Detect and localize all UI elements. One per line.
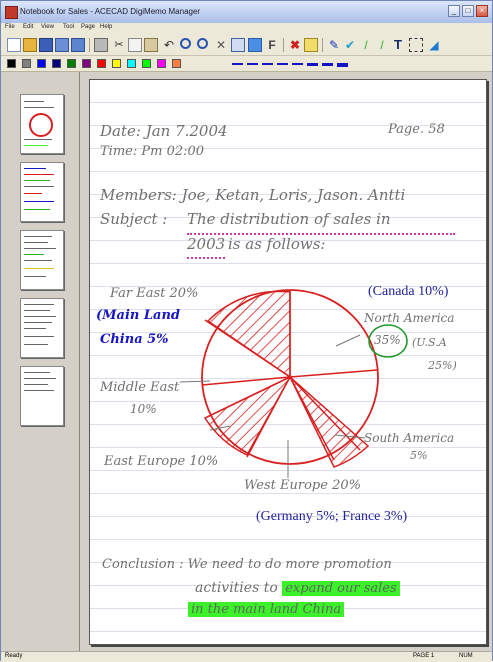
menu-file[interactable]: File [5, 24, 15, 30]
export-icon[interactable] [304, 38, 318, 52]
maximize-button[interactable]: □ [462, 5, 474, 17]
status-num: NUM [459, 653, 473, 659]
color-swatch[interactable] [82, 59, 91, 68]
menu-edit[interactable]: Edit [23, 24, 33, 30]
pen-icon[interactable]: ✎ [327, 38, 341, 52]
eraser-icon[interactable]: ◢ [427, 38, 441, 52]
highlight-expand-sales: expand our sales [282, 581, 400, 596]
color-swatch[interactable] [52, 59, 61, 68]
zoom-out-icon[interactable] [197, 38, 208, 49]
conclusion-activities: activities to [195, 580, 283, 596]
window-title: Notebook for Sales - ACECAD DigiMemo Man… [20, 7, 201, 16]
page-thumbnail-panel [1, 72, 80, 651]
middle-east-pct: 10% [130, 402, 157, 416]
usa-pct: 25%) [428, 359, 457, 372]
color-swatch[interactable] [67, 59, 76, 68]
line-style-5[interactable] [307, 63, 318, 66]
page-thumb-5[interactable] [20, 366, 64, 426]
color-swatch[interactable] [127, 59, 136, 68]
color-swatch[interactable] [157, 59, 166, 68]
main-land-label-1: (Main Land [96, 308, 180, 323]
calendar-icon[interactable] [71, 38, 85, 52]
close-doc-icon[interactable]: ✖ [288, 38, 302, 52]
save-icon[interactable] [39, 38, 53, 52]
line-style-1[interactable] [247, 63, 258, 65]
image-icon[interactable] [248, 38, 262, 52]
main-toolbar: ✂ ↶ ✕ F ✖ ✎ ✔ / / T ◢ [1, 35, 492, 56]
open-icon[interactable] [23, 38, 37, 52]
germany-france-label: (Germany 5%; France 3%) [256, 509, 408, 524]
west-europe-label: West Europe 20% [244, 478, 361, 493]
conclusion-line-3: in the main land China [188, 602, 345, 617]
line-style-2[interactable] [262, 63, 273, 65]
delete-icon[interactable]: ✕ [214, 38, 228, 52]
east-europe-label: East Europe 10% [104, 454, 219, 469]
minimize-button[interactable]: _ [448, 5, 460, 17]
page-thumb-1[interactable] [20, 94, 64, 154]
north-america-label: North America [364, 311, 455, 325]
page-thumb-2[interactable] [20, 162, 64, 222]
page-thumb-3[interactable] [20, 230, 64, 290]
color-swatch[interactable] [7, 59, 16, 68]
menu-page[interactable]: Page [81, 24, 95, 30]
menu-help[interactable]: Help [100, 24, 112, 30]
app-logo-icon [5, 6, 18, 19]
undo-icon[interactable]: ↶ [162, 38, 176, 52]
south-america-pct: 5% [410, 449, 428, 462]
far-east-label: Far East 20% [110, 286, 199, 301]
select-rect-icon[interactable] [409, 38, 423, 52]
highlight-main-land-china: in the main land China [188, 602, 345, 617]
copy-icon[interactable] [128, 38, 142, 52]
conclusion-line-2: activities to expand our sales [195, 580, 400, 596]
usa-label: (U.S.A [412, 336, 447, 349]
paste-icon[interactable] [144, 38, 158, 52]
menu-tool[interactable]: Tool [63, 24, 74, 30]
line-icon[interactable]: / [359, 38, 373, 52]
menu-bar: File Edit View Tool Page Help [1, 23, 492, 35]
status-bar: Ready PAGE 1 NUM [1, 651, 492, 662]
canada-label: (Canada 10%) [368, 284, 449, 299]
south-america-label: South America [364, 431, 455, 445]
color-swatch[interactable] [37, 59, 46, 68]
title-bar: Notebook for Sales - ACECAD DigiMemo Man… [1, 1, 492, 24]
middle-east-label: Middle East [100, 380, 180, 395]
app-window: Notebook for Sales - ACECAD DigiMemo Man… [0, 0, 493, 662]
close-button[interactable]: × [476, 5, 488, 17]
green-pen-icon[interactable]: / [375, 38, 389, 52]
select-icon[interactable] [231, 38, 245, 52]
line-style-4[interactable] [292, 63, 303, 65]
line-style-3[interactable] [277, 63, 288, 65]
color-swatch[interactable] [22, 59, 31, 68]
color-palette-bar [1, 56, 492, 72]
print-icon[interactable] [94, 38, 108, 52]
us-pct-label: 35% [374, 333, 401, 347]
new-icon[interactable] [7, 38, 21, 52]
page-thumb-4[interactable] [20, 298, 64, 358]
import-icon[interactable] [55, 38, 69, 52]
menu-view[interactable]: View [41, 24, 54, 30]
highlighter-icon[interactable]: ✔ [343, 38, 357, 52]
font-icon[interactable]: F [265, 38, 279, 52]
color-swatch[interactable] [112, 59, 121, 68]
line-style-7[interactable] [337, 63, 348, 67]
line-style-6[interactable] [322, 63, 333, 66]
cut-icon[interactable]: ✂ [112, 38, 126, 52]
main-land-label-2: China 5% [100, 332, 169, 347]
text-tool-icon[interactable]: T [391, 38, 405, 52]
color-swatch[interactable] [142, 59, 151, 68]
color-swatch[interactable] [172, 59, 181, 68]
status-text: Ready [5, 653, 23, 659]
status-page: PAGE 1 [413, 653, 435, 659]
notebook-page[interactable]: Date: Jan 7.2004 Page. 58 Time: Pm 02:00… [89, 79, 487, 645]
color-swatch[interactable] [97, 59, 106, 68]
line-style-solid[interactable] [232, 63, 243, 65]
conclusion-line-1: Conclusion : We need to do more promotio… [102, 557, 392, 572]
zoom-in-icon[interactable] [180, 38, 191, 49]
